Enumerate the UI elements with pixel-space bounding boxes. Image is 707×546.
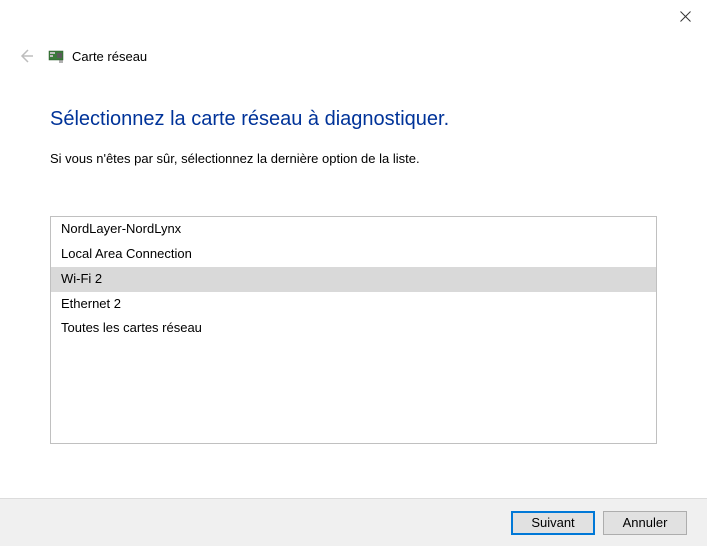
network-adapter-icon — [48, 48, 64, 64]
list-item[interactable]: Ethernet 2 — [51, 292, 656, 317]
window-label: Carte réseau — [72, 49, 147, 64]
next-button[interactable]: Suivant — [511, 511, 595, 535]
titlebar — [0, 0, 707, 40]
list-item[interactable]: Local Area Connection — [51, 242, 656, 267]
list-item[interactable]: Wi-Fi 2 — [51, 267, 656, 292]
adapter-listbox[interactable]: NordLayer-NordLynxLocal Area ConnectionW… — [50, 216, 657, 444]
header-row: Carte réseau — [0, 40, 707, 68]
list-item[interactable]: NordLayer-NordLynx — [51, 217, 656, 242]
back-arrow-icon — [17, 47, 35, 65]
back-button[interactable] — [14, 44, 38, 68]
list-item[interactable]: Toutes les cartes réseau — [51, 316, 656, 341]
cancel-button[interactable]: Annuler — [603, 511, 687, 535]
dialog-footer: Suivant Annuler — [0, 498, 707, 546]
close-icon — [680, 11, 691, 22]
content-area: Sélectionnez la carte réseau à diagnosti… — [0, 68, 707, 444]
instruction-text: Si vous n'êtes par sûr, sélectionnez la … — [50, 151, 657, 166]
page-heading: Sélectionnez la carte réseau à diagnosti… — [50, 108, 657, 131]
close-button[interactable] — [675, 6, 695, 26]
